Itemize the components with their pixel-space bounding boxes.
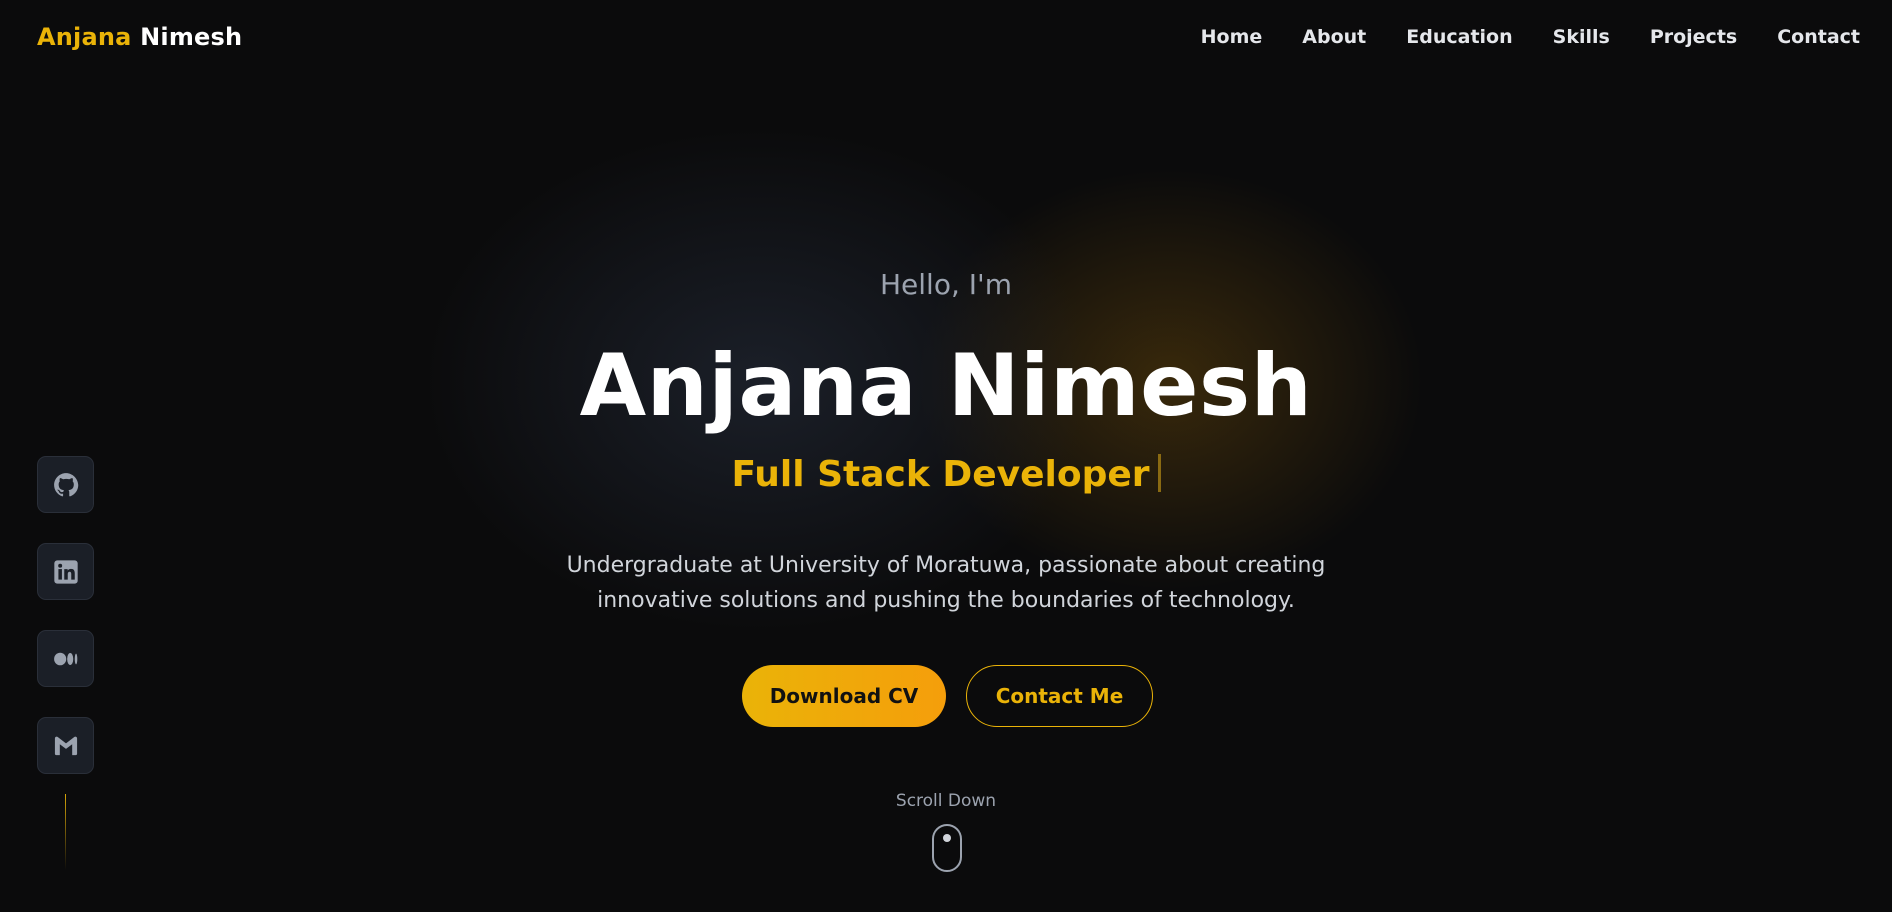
linkedin-icon — [53, 559, 78, 584]
medium-icon — [53, 652, 77, 665]
nav-item-about[interactable]: About — [1302, 26, 1366, 48]
gmail-icon — [54, 736, 77, 755]
medium-button[interactable] — [37, 630, 94, 687]
social-sidebar — [37, 456, 94, 870]
scroll-down-label: Scroll Down — [895, 791, 997, 811]
hero-description: Undergraduate at University of Moratuwa,… — [566, 553, 1326, 613]
hero-role-text: Full Stack Developer — [731, 454, 1150, 495]
typing-cursor — [1157, 454, 1161, 492]
linkedin-button[interactable] — [37, 543, 94, 600]
hero-name: Anjana Nimesh — [579, 336, 1313, 436]
nav-item-projects[interactable]: Projects — [1650, 26, 1737, 48]
nav-item-education[interactable]: Education — [1406, 26, 1512, 48]
contact-me-button[interactable]: Contact Me — [966, 665, 1153, 727]
nav-item-skills[interactable]: Skills — [1553, 26, 1610, 48]
hero-role: Full Stack Developer — [0, 454, 1892, 495]
navbar: Anjana Nimesh Home About Education Skill… — [0, 0, 1892, 78]
brand-logo[interactable]: Anjana Nimesh — [37, 23, 242, 51]
gmail-button[interactable] — [37, 717, 94, 774]
download-cv-button[interactable]: Download CV — [742, 665, 946, 727]
brand-last-name: Nimesh — [140, 23, 243, 51]
nav-item-home[interactable]: Home — [1201, 26, 1263, 48]
nav-item-contact[interactable]: Contact — [1777, 26, 1860, 48]
scroll-wheel-dot — [943, 834, 951, 842]
scroll-mouse-icon[interactable] — [932, 824, 962, 872]
nav-links: Home About Education Skills Projects Con… — [1161, 26, 1860, 48]
page: Anjana Nimesh Home About Education Skill… — [0, 0, 1892, 912]
brand-first-name: Anjana — [37, 23, 132, 51]
hero-greeting: Hello, I'm — [879, 268, 1012, 301]
